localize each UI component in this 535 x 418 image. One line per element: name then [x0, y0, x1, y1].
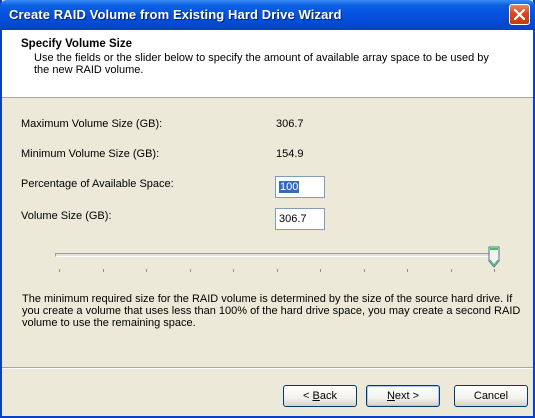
- close-button[interactable]: [509, 4, 530, 25]
- percentage-label: Percentage of Available Space:: [21, 178, 174, 190]
- slider-tick: [451, 269, 452, 272]
- close-icon: [514, 9, 525, 20]
- percentage-input[interactable]: 100: [275, 176, 325, 198]
- footer-divider: [2, 367, 533, 369]
- min-size-label: Minimum Volume Size (GB):: [21, 148, 160, 160]
- back-prefix: <: [303, 390, 313, 402]
- back-label: ack: [319, 390, 337, 402]
- slider-tick: [103, 269, 104, 272]
- volume-size-input[interactable]: 306.7: [275, 208, 325, 230]
- volume-size-slider[interactable]: [55, 244, 515, 274]
- slider-tick: [494, 269, 495, 272]
- next-accesskey: N: [386, 390, 395, 402]
- wizard-header: Specify Volume Size Use the fields or th…: [2, 30, 533, 98]
- slider-tick: [233, 269, 234, 272]
- slider-tick: [320, 269, 321, 272]
- next-button[interactable]: Next >: [366, 385, 440, 407]
- back-accesskey: B: [312, 390, 320, 402]
- slider-tick: [364, 269, 365, 272]
- percentage-input-value: 100: [279, 181, 300, 193]
- slider-track[interactable]: [55, 253, 495, 257]
- slider-tick: [146, 269, 147, 272]
- cancel-label: Cancel: [473, 390, 509, 402]
- slider-tick: [59, 269, 60, 272]
- slider-tick: [277, 269, 278, 272]
- slider-thumb-icon[interactable]: [488, 246, 500, 268]
- cancel-button[interactable]: Cancel: [454, 385, 528, 407]
- slider-tick: [407, 269, 408, 272]
- title-bar[interactable]: Create RAID Volume from Existing Hard Dr…: [0, 0, 535, 30]
- info-text: The minimum required size for the RAID v…: [22, 293, 521, 329]
- window-title: Create RAID Volume from Existing Hard Dr…: [9, 7, 342, 22]
- slider-tick: [190, 269, 191, 272]
- max-size-value: 306.7: [276, 118, 304, 130]
- volume-size-input-value: 306.7: [279, 213, 307, 225]
- page-description: Use the fields or the slider below to sp…: [34, 52, 489, 76]
- max-size-label: Maximum Volume Size (GB):: [21, 118, 163, 130]
- min-size-value: 154.9: [276, 148, 304, 160]
- page-title: Specify Volume Size: [21, 38, 132, 50]
- wizard-window: Create RAID Volume from Existing Hard Dr…: [0, 0, 535, 418]
- volume-size-label: Volume Size (GB):: [21, 210, 112, 222]
- back-button[interactable]: < Back: [283, 385, 357, 407]
- next-label: ext >: [394, 390, 420, 402]
